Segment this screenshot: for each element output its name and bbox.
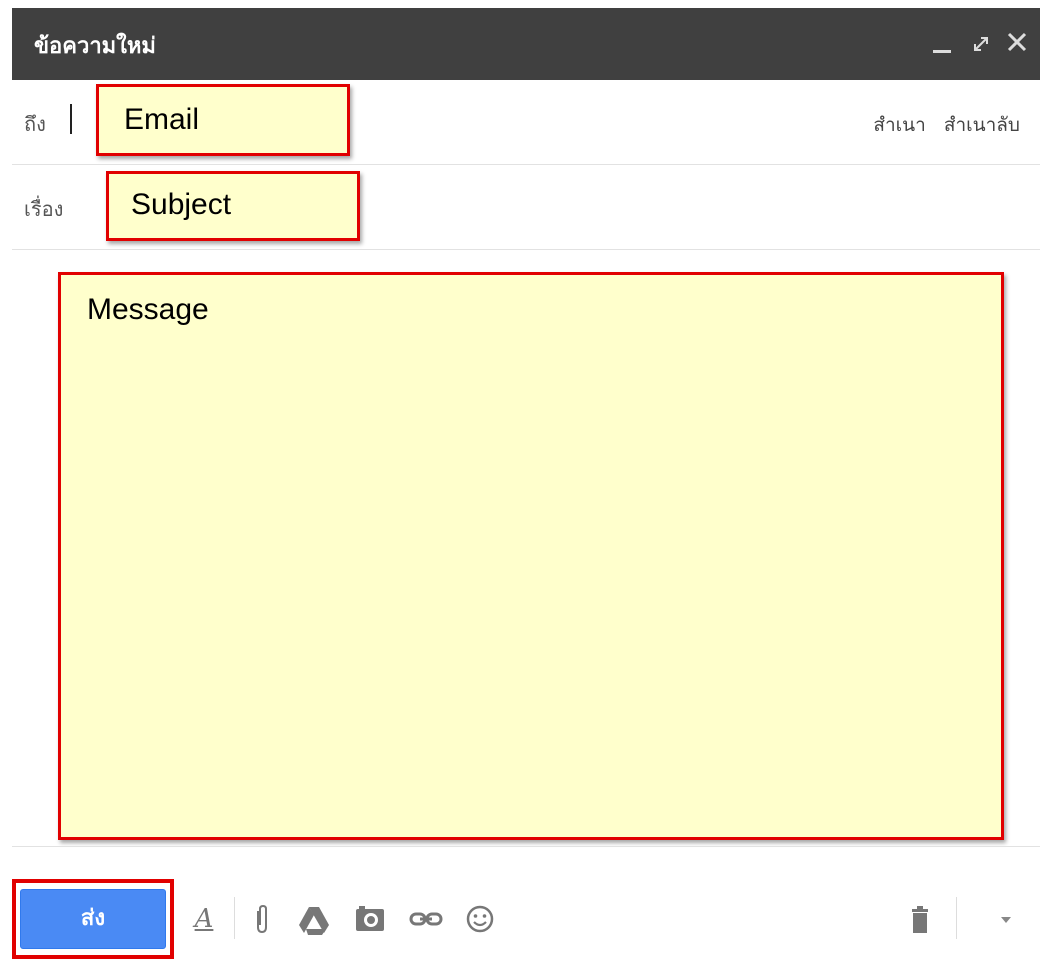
- text-cursor: [70, 104, 72, 134]
- subject-row: เรื่อง Subject: [12, 165, 1040, 250]
- compose-title: ข้อความใหม่: [34, 34, 156, 59]
- photo-icon[interactable]: [350, 899, 390, 939]
- recipient-input[interactable]: Email: [96, 84, 350, 156]
- send-button[interactable]: ส่ง: [20, 889, 166, 949]
- compose-titlebar[interactable]: ข้อความใหม่: [12, 8, 1040, 80]
- to-label: ถึง: [24, 112, 46, 136]
- subject-input[interactable]: Subject: [106, 171, 360, 241]
- trash-icon[interactable]: [900, 899, 940, 939]
- minimize-icon[interactable]: [927, 22, 957, 62]
- close-icon[interactable]: [1002, 22, 1032, 62]
- send-button-highlight: ส่ง: [12, 879, 174, 959]
- message-body-area: Message: [12, 250, 1040, 846]
- drive-icon[interactable]: [294, 899, 334, 939]
- expand-icon[interactable]: [966, 22, 996, 62]
- to-row: ถึง Email สำเนา สำเนาลับ: [12, 80, 1040, 165]
- more-options-icon[interactable]: [986, 899, 1026, 939]
- compose-window: ข้อความใหม่ ถึง Email สำเนา สำเนาลับ เรื…: [0, 0, 1040, 959]
- message-input[interactable]: Message: [58, 272, 1004, 840]
- cc-bcc-links: สำเนา สำเนาลับ: [861, 110, 1020, 140]
- toolbar-divider: [956, 897, 957, 939]
- subject-label: เรื่อง: [24, 197, 64, 221]
- toolbar-divider: [234, 897, 235, 939]
- link-icon[interactable]: [406, 899, 446, 939]
- cc-link[interactable]: สำเนา: [873, 114, 925, 136]
- attach-icon[interactable]: [242, 899, 282, 939]
- emoji-icon[interactable]: [460, 899, 500, 939]
- format-text-icon[interactable]: A: [184, 899, 224, 939]
- bcc-link[interactable]: สำเนาลับ: [944, 114, 1020, 136]
- compose-toolbar: ส่ง A: [12, 846, 1040, 960]
